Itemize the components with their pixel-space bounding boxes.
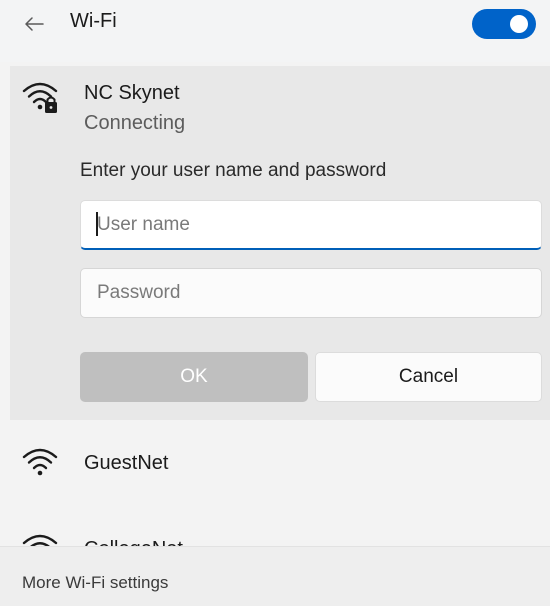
wifi-header: Wi-Fi [0, 0, 550, 62]
network-name: GuestNet [84, 452, 169, 474]
connecting-network-panel: NC Skynet Connecting Enter your user nam… [10, 66, 550, 420]
network-name: NC Skynet [84, 82, 180, 104]
toggle-knob [510, 15, 528, 33]
username-input[interactable] [81, 201, 541, 248]
page-title: Wi-Fi [70, 10, 117, 32]
wifi-icon [22, 448, 58, 476]
wifi-toggle[interactable] [472, 9, 536, 39]
network-name: CollegeNet [84, 538, 183, 546]
flyout-footer: More Wi-Fi settings [0, 546, 550, 606]
ok-button[interactable]: OK [80, 352, 308, 402]
wifi-icon [22, 534, 58, 546]
back-button[interactable] [18, 8, 50, 40]
username-field[interactable] [80, 200, 542, 250]
cancel-button[interactable]: Cancel [315, 352, 542, 402]
network-status: Connecting [84, 112, 186, 134]
text-caret [96, 212, 98, 236]
more-wifi-settings-link[interactable]: More Wi-Fi settings [22, 573, 168, 593]
wifi-flyout: Wi-Fi NC Skynet Connecting Enter your us… [0, 0, 550, 606]
wifi-secured-icon [22, 82, 58, 113]
credentials-prompt: Enter your user name and password [80, 160, 387, 181]
password-input[interactable] [81, 269, 541, 317]
network-item-collegenet[interactable]: CollegeNet [0, 516, 550, 546]
arrow-left-icon [25, 17, 44, 31]
password-field[interactable] [80, 268, 542, 318]
network-item-guestnet[interactable]: GuestNet [0, 424, 550, 504]
